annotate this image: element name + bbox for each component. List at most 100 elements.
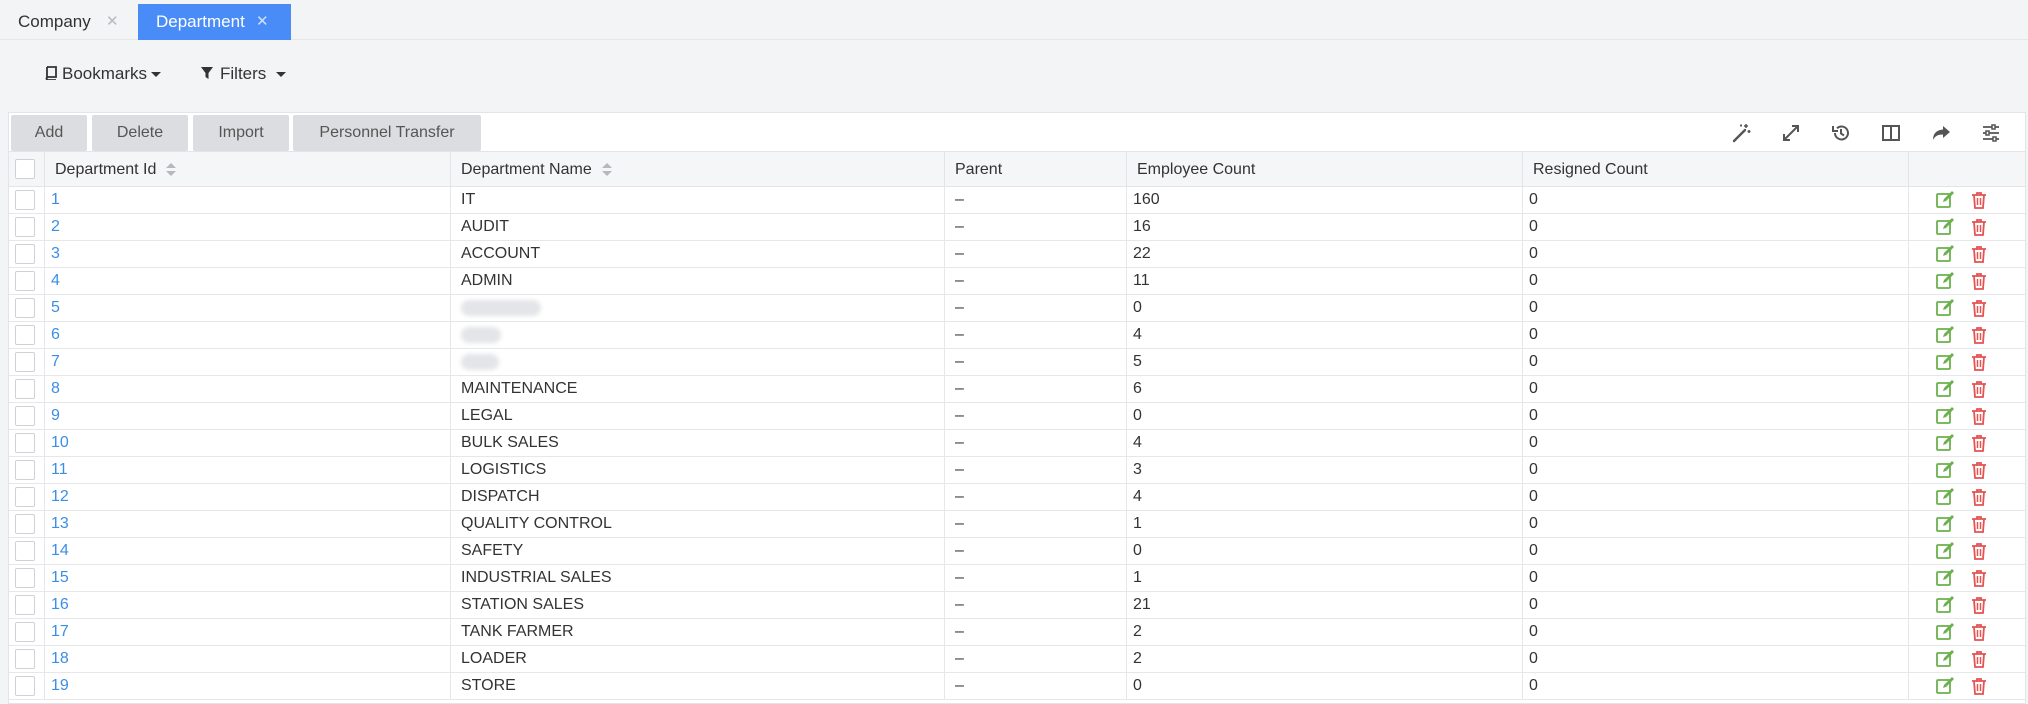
row-checkbox[interactable]: [15, 325, 35, 345]
edit-icon[interactable]: [1935, 325, 1955, 345]
trash-icon[interactable]: [1969, 487, 1989, 507]
department-id-link[interactable]: 9: [45, 403, 451, 429]
department-id-link[interactable]: 7: [45, 349, 451, 375]
edit-icon[interactable]: [1935, 406, 1955, 426]
edit-icon[interactable]: [1935, 595, 1955, 615]
trash-icon[interactable]: [1969, 271, 1989, 291]
history-icon[interactable]: [1825, 117, 1857, 149]
edit-icon[interactable]: [1935, 514, 1955, 534]
edit-icon[interactable]: [1935, 190, 1955, 210]
trash-icon[interactable]: [1969, 406, 1989, 426]
trash-icon[interactable]: [1969, 325, 1989, 345]
department-id-link[interactable]: 15: [45, 565, 451, 591]
edit-icon[interactable]: [1935, 217, 1955, 237]
expand-icon[interactable]: [1775, 117, 1807, 149]
trash-icon[interactable]: [1969, 190, 1989, 210]
department-id-link[interactable]: 1: [45, 187, 451, 213]
row-checkbox[interactable]: [15, 460, 35, 480]
trash-icon[interactable]: [1969, 568, 1989, 588]
department-id-link[interactable]: 14: [45, 538, 451, 564]
row-checkbox[interactable]: [15, 352, 35, 372]
sort-icon[interactable]: [601, 162, 612, 177]
row-checkbox[interactable]: [15, 190, 35, 210]
department-id-link[interactable]: 17: [45, 619, 451, 645]
edit-icon[interactable]: [1935, 676, 1955, 696]
settings-sliders-icon[interactable]: [1975, 117, 2007, 149]
row-checkbox[interactable]: [15, 595, 35, 615]
department-id-link[interactable]: 2: [45, 214, 451, 240]
share-icon[interactable]: [1925, 117, 1957, 149]
edit-icon[interactable]: [1935, 433, 1955, 453]
department-id-link[interactable]: 8: [45, 376, 451, 402]
tab-department[interactable]: Department ✕: [138, 4, 291, 40]
row-checkbox[interactable]: [15, 406, 35, 426]
department-id-link[interactable]: 13: [45, 511, 451, 537]
edit-icon[interactable]: [1935, 541, 1955, 561]
row-checkbox[interactable]: [15, 271, 35, 291]
edit-icon[interactable]: [1935, 568, 1955, 588]
magic-wand-icon[interactable]: [1725, 117, 1757, 149]
edit-icon[interactable]: [1935, 379, 1955, 399]
trash-icon[interactable]: [1969, 244, 1989, 264]
close-icon[interactable]: ✕: [106, 4, 119, 40]
department-id-link[interactable]: 16: [45, 592, 451, 618]
row-select-cell: [9, 322, 45, 348]
tab-company[interactable]: Company ✕: [0, 4, 134, 40]
column-header-name[interactable]: Department Name: [451, 152, 945, 187]
import-button[interactable]: Import: [193, 115, 289, 151]
row-checkbox[interactable]: [15, 649, 35, 669]
column-header-id[interactable]: Department Id: [45, 152, 451, 187]
personnel-transfer-button[interactable]: Personnel Transfer: [293, 115, 481, 151]
edit-icon[interactable]: [1935, 244, 1955, 264]
delete-button[interactable]: Delete: [92, 115, 188, 151]
add-button[interactable]: Add: [11, 115, 87, 151]
filters-dropdown[interactable]: Filters: [200, 60, 287, 88]
row-checkbox[interactable]: [15, 487, 35, 507]
trash-icon[interactable]: [1969, 433, 1989, 453]
select-all-checkbox[interactable]: [15, 159, 35, 179]
trash-icon[interactable]: [1969, 298, 1989, 318]
department-id-link[interactable]: 10: [45, 430, 451, 456]
row-checkbox[interactable]: [15, 514, 35, 534]
trash-icon[interactable]: [1969, 217, 1989, 237]
bookmarks-dropdown[interactable]: Bookmarks: [44, 60, 162, 88]
trash-icon[interactable]: [1969, 622, 1989, 642]
row-select-cell: [9, 511, 45, 537]
edit-icon[interactable]: [1935, 352, 1955, 372]
edit-icon[interactable]: [1935, 622, 1955, 642]
department-id-link[interactable]: 4: [45, 268, 451, 294]
trash-icon[interactable]: [1969, 541, 1989, 561]
trash-icon[interactable]: [1969, 352, 1989, 372]
edit-icon[interactable]: [1935, 460, 1955, 480]
department-id-link[interactable]: 19: [45, 673, 451, 699]
row-checkbox[interactable]: [15, 568, 35, 588]
trash-icon[interactable]: [1969, 514, 1989, 534]
row-checkbox[interactable]: [15, 298, 35, 318]
row-checkbox[interactable]: [15, 676, 35, 696]
department-id-link[interactable]: 6: [45, 322, 451, 348]
department-id-link[interactable]: 11: [45, 457, 451, 483]
trash-icon[interactable]: [1969, 649, 1989, 669]
row-checkbox[interactable]: [15, 622, 35, 642]
table-row: 5 – 0 0: [9, 295, 2025, 322]
department-id-link[interactable]: 3: [45, 241, 451, 267]
row-checkbox[interactable]: [15, 217, 35, 237]
columns-icon[interactable]: [1875, 117, 1907, 149]
department-id-link[interactable]: 5: [45, 295, 451, 321]
sort-icon[interactable]: [166, 162, 177, 177]
trash-icon[interactable]: [1969, 379, 1989, 399]
edit-icon[interactable]: [1935, 298, 1955, 318]
row-checkbox[interactable]: [15, 541, 35, 561]
close-icon[interactable]: ✕: [256, 4, 269, 40]
row-checkbox[interactable]: [15, 379, 35, 399]
edit-icon[interactable]: [1935, 271, 1955, 291]
trash-icon[interactable]: [1969, 676, 1989, 696]
row-checkbox[interactable]: [15, 433, 35, 453]
edit-icon[interactable]: [1935, 649, 1955, 669]
edit-icon[interactable]: [1935, 487, 1955, 507]
department-id-link[interactable]: 18: [45, 646, 451, 672]
department-id-link[interactable]: 12: [45, 484, 451, 510]
trash-icon[interactable]: [1969, 595, 1989, 615]
trash-icon[interactable]: [1969, 460, 1989, 480]
row-checkbox[interactable]: [15, 244, 35, 264]
